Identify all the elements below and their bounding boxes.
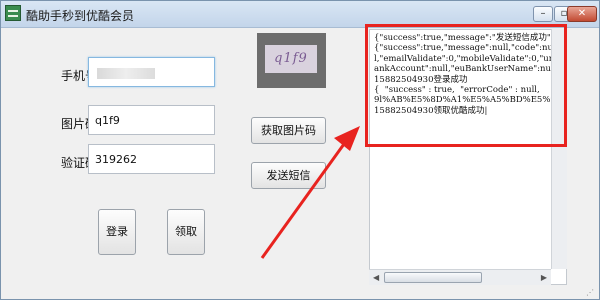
log-line: { "success" : true, "errorCode" : null, [374, 85, 540, 96]
close-button[interactable]: ✕ [567, 6, 597, 22]
blurred-phone-redaction [97, 68, 155, 79]
verify-code-value: 319262 [95, 153, 137, 166]
log-line: 15882504930登录成功 [374, 74, 468, 85]
scroll-right-icon[interactable]: ▶ [541, 273, 547, 282]
log-line: l,"emailValidate":0,"mobileValidate":0,"… [374, 53, 555, 64]
image-code-value: q1f9 [95, 114, 120, 127]
app-icon [5, 5, 21, 21]
log-output[interactable]: {"success":true,"message":"发送短信成功"," {"s… [369, 29, 567, 285]
scroll-left-icon[interactable]: ◀ [373, 273, 379, 282]
send-sms-button[interactable]: 发送短信 [251, 162, 326, 189]
title-bar[interactable]: 酷助手秒到优酷会员 – ▫ ✕ [1, 1, 599, 28]
window-title: 酷助手秒到优酷会员 [26, 9, 135, 23]
minimize-button[interactable]: – [533, 6, 553, 22]
app-window: 酷助手秒到优酷会员 – ▫ ✕ 手机号 图片码 q1f9 验证码 319262 … [0, 0, 600, 300]
scroll-thumb[interactable] [384, 272, 482, 283]
get-image-code-button[interactable]: 获取图片码 [251, 117, 326, 144]
log-horizontal-scrollbar[interactable]: ◀ ▶ [369, 269, 551, 285]
log-vertical-scrollbar[interactable] [551, 29, 567, 269]
captcha-text: q1f9 [265, 45, 317, 73]
resize-grip-icon[interactable]: ⋰ [586, 288, 594, 297]
log-line: 9l%AB%E5%8D%A1%E5%A5%BD%E5%93%81.png", [374, 95, 566, 106]
image-code-input[interactable]: q1f9 [88, 105, 215, 135]
login-button[interactable]: 登录 [98, 209, 136, 255]
captcha-image: q1f9 [257, 33, 326, 88]
verify-code-input[interactable]: 319262 [88, 144, 215, 174]
claim-button[interactable]: 领取 [167, 209, 205, 255]
log-line: {"success":true,"message":"发送短信成功"," [374, 33, 558, 43]
phone-input[interactable] [88, 57, 215, 87]
log-line: {"success":true,"message":null,"code":nu… [374, 43, 559, 54]
log-line: ankAccount":null,"euBankUserName":null,"… [374, 64, 567, 75]
log-text: {"success":true,"message":"发送短信成功"," {"s… [370, 30, 566, 119]
log-line: 15882504930领取优酷成功| [374, 105, 488, 116]
